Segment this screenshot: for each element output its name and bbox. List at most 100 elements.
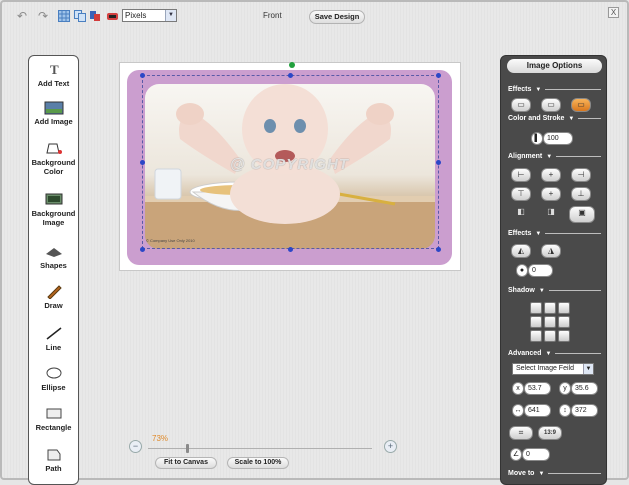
units-select[interactable]: Pixels ▼ — [122, 9, 177, 22]
align-center-button[interactable]: + — [541, 168, 561, 182]
shadow-cell[interactable] — [530, 316, 542, 328]
caret-down-icon[interactable]: ▼ — [546, 154, 552, 160]
caret-down-icon[interactable]: ▼ — [539, 288, 545, 294]
fit-frame-button[interactable]: ▣ — [569, 206, 595, 223]
opacity-field[interactable]: ▌ 100 — [531, 132, 573, 145]
shadow-cell[interactable] — [558, 302, 570, 314]
svg-text:T: T — [50, 62, 59, 77]
shapes-icon — [45, 248, 62, 257]
effect-grayscale-button[interactable]: ▭ — [541, 98, 561, 112]
tool-ellipse[interactable]: Ellipse — [29, 366, 78, 392]
resize-handle-e[interactable] — [436, 160, 441, 165]
tool-label: Line — [45, 343, 62, 352]
aspect-ratio-button[interactable]: 13:9 — [538, 426, 562, 440]
eraser-icon[interactable] — [105, 9, 119, 23]
angle-value: 0 — [526, 451, 530, 458]
grid-icon[interactable] — [57, 9, 71, 23]
rotate-handle[interactable] — [289, 62, 295, 68]
redo-icon[interactable]: ↷ — [36, 9, 50, 23]
tool-label: Background Image — [31, 209, 76, 227]
section-label: Color and Stroke — [508, 115, 565, 122]
tool-add-image[interactable]: Add Image — [29, 100, 78, 126]
flip-horizontal-button[interactable]: ◮ — [541, 244, 561, 258]
angle-field[interactable]: ∠ 0 — [510, 448, 550, 461]
line-icon — [46, 327, 61, 340]
shadow-cell[interactable] — [544, 330, 556, 342]
top-toolbar: ↶ ↷ Pixels ▼ Front Save Design X — [0, 0, 629, 30]
tool-rectangle[interactable]: Rectangle — [29, 406, 78, 432]
layers-icon[interactable] — [88, 9, 102, 23]
zoom-slider-track[interactable] — [148, 448, 372, 449]
caret-down-icon[interactable]: ▼ — [568, 116, 574, 122]
close-button[interactable]: X — [608, 7, 619, 18]
shadow-cell[interactable] — [530, 330, 542, 342]
resize-handle-ne[interactable] — [436, 73, 441, 78]
tool-shapes[interactable]: Shapes — [29, 244, 78, 270]
tool-background-image[interactable]: Background Image — [29, 192, 78, 227]
resize-handle-w[interactable] — [140, 160, 145, 165]
tool-background-color[interactable]: Background Color — [29, 141, 78, 176]
align-bottom-button[interactable]: ⊥ — [571, 187, 591, 201]
zoom-out-icon[interactable]: − — [129, 440, 142, 453]
align-left-button[interactable]: ⊢ — [511, 168, 531, 182]
undo-icon[interactable]: ↶ — [15, 9, 29, 23]
effect-normal-button[interactable]: ▭ — [511, 98, 531, 112]
height-value: 372 — [575, 407, 587, 414]
section-move-to: Move to ▼ — [508, 470, 601, 477]
paint-bucket-icon — [45, 143, 62, 154]
tool-line[interactable]: Line — [29, 326, 78, 352]
caret-down-icon[interactable]: ▼ — [538, 471, 544, 477]
copy-icon[interactable] — [73, 9, 87, 23]
blur-field[interactable]: ● 0 — [516, 264, 553, 277]
section-divider — [578, 118, 601, 119]
image-options-panel: Image Options Effects ▼ ▭ ▭ ▭ Color and … — [500, 55, 607, 485]
caret-down-icon[interactable]: ▼ — [535, 231, 541, 237]
bring-forward-button[interactable]: ◨ — [541, 206, 561, 220]
caret-down-icon[interactable]: ▼ — [535, 87, 541, 93]
chevron-down-icon[interactable]: ▼ — [583, 364, 593, 374]
tool-add-text[interactable]: T Add Text — [29, 62, 78, 88]
zoom-slider-thumb[interactable] — [186, 444, 189, 453]
shadow-cell[interactable] — [544, 302, 556, 314]
flip-vertical-button[interactable]: ◭ — [511, 244, 531, 258]
send-backward-button[interactable]: ◧ — [511, 206, 531, 220]
y-position-field[interactable]: y 35.6 — [559, 382, 598, 395]
tool-draw[interactable]: Draw — [29, 284, 78, 310]
height-field[interactable]: ↕ 372 — [559, 404, 598, 417]
shadow-cell[interactable] — [530, 302, 542, 314]
effect-sepia-button[interactable]: ▭ — [571, 98, 591, 112]
angle-icon: ∠ — [510, 448, 522, 461]
shadow-position-grid[interactable] — [530, 302, 570, 342]
shadow-cell[interactable] — [558, 330, 570, 342]
resize-handle-se[interactable] — [436, 247, 441, 252]
tool-label: Add Text — [37, 79, 70, 88]
zoom-percent: 73% — [152, 434, 169, 443]
align-top-button[interactable]: ⊤ — [511, 187, 531, 201]
resize-handle-nw[interactable] — [140, 73, 145, 78]
section-label: Alignment — [508, 153, 543, 160]
tool-path[interactable]: Path — [29, 447, 78, 473]
save-design-button[interactable]: Save Design — [309, 10, 365, 24]
section-alignment: Alignment ▼ — [508, 153, 601, 160]
resize-handle-s[interactable] — [288, 247, 293, 252]
fit-to-canvas-button[interactable]: Fit to Canvas — [155, 457, 217, 469]
resize-handle-sw[interactable] — [140, 247, 145, 252]
align-middle-button[interactable]: + — [541, 187, 561, 201]
chevron-down-icon[interactable]: ▼ — [165, 10, 176, 21]
shadow-cell[interactable] — [558, 316, 570, 328]
section-label: Move to — [508, 470, 535, 477]
scale-to-100-button[interactable]: Scale to 100% — [227, 457, 289, 469]
crop-icon[interactable]: ⌗ — [509, 426, 533, 440]
caret-down-icon[interactable]: ▼ — [545, 351, 551, 357]
y-label: y — [559, 382, 571, 395]
zoom-in-icon[interactable]: + — [384, 440, 397, 453]
image-field-select[interactable]: Select Image Feild ▼ — [512, 363, 594, 375]
x-position-field[interactable]: x 53.7 — [512, 382, 551, 395]
shadow-cell[interactable] — [544, 316, 556, 328]
resize-handle-n[interactable] — [288, 73, 293, 78]
section-divider — [556, 156, 601, 157]
tool-label: Background Color — [31, 158, 76, 176]
align-right-button[interactable]: ⊣ — [571, 168, 591, 182]
tool-label: Path — [45, 464, 62, 473]
width-field[interactable]: ↔ 641 — [512, 404, 551, 417]
